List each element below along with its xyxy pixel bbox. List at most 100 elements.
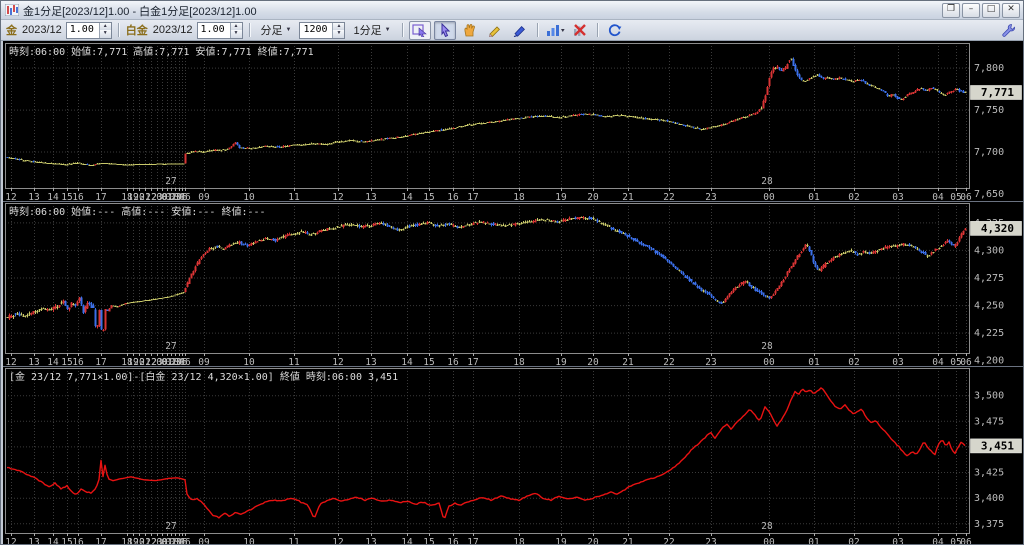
toolbar-separator — [118, 23, 119, 37]
time-label: 00 — [763, 537, 775, 545]
time-label: 06 — [960, 537, 972, 545]
window-title: 金1分足[2023/12]1.00 - 白金1分足[2023/12]1.00 — [23, 2, 942, 19]
svg-text:3,451: 3,451 — [981, 439, 1014, 452]
bar-chart-icon — [545, 23, 565, 37]
symbol1-multiplier-value[interactable]: 1.00 — [67, 23, 99, 38]
price-label: 7,650 — [974, 189, 1004, 200]
time-label: 22 — [663, 537, 674, 545]
draw-pen-button[interactable] — [509, 21, 531, 40]
time-label: 13 — [365, 537, 376, 545]
indicator-chart-button[interactable] — [544, 21, 566, 40]
date-label: 28 — [761, 341, 773, 352]
symbol2-multiplier-stepper[interactable]: 1.00 ▲▼ — [197, 22, 243, 39]
last-price-box: 3,451 — [971, 439, 1022, 453]
time-label: 18 — [513, 537, 525, 545]
crosshair-chart-icon — [412, 23, 428, 37]
price-label: 3,425 — [974, 468, 1004, 479]
red-x-icon — [572, 23, 587, 37]
minimize-button[interactable]: – — [962, 3, 980, 18]
maximize-button[interactable]: □ — [982, 3, 1000, 18]
interval-dropdown[interactable]: 1分足▼ — [348, 22, 395, 38]
spin-up-icon[interactable]: ▲ — [100, 23, 111, 31]
svg-text:4,320: 4,320 — [981, 222, 1014, 235]
select-cursor-button[interactable] — [434, 21, 456, 40]
close-button[interactable]: ✕ — [1002, 3, 1020, 18]
cursor-arrow-icon — [438, 23, 452, 37]
candles-gold-1min — [7, 57, 967, 166]
settings-button[interactable] — [997, 21, 1019, 40]
pencil-icon — [487, 23, 502, 37]
crosshair-mode-button[interactable] — [409, 21, 431, 40]
time-label: 12 — [332, 537, 343, 545]
toolbar-separator — [597, 23, 598, 37]
time-label: 19 — [555, 537, 567, 545]
time-label: 10 — [243, 537, 255, 545]
pan-hand-button[interactable] — [459, 21, 481, 40]
time-label: 01 — [808, 537, 820, 545]
time-label: 14 — [47, 537, 59, 545]
price-label: 7,750 — [974, 105, 1004, 116]
refresh-button[interactable] — [604, 21, 626, 40]
time-label: 11 — [288, 537, 300, 545]
panel-info-gold-1min: 時刻:06:00 始値:7,771 高値:7,771 安値:7,771 終値:7… — [9, 45, 314, 58]
price-label: 7,800 — [974, 63, 1004, 74]
date-label: 28 — [761, 521, 773, 532]
time-label: 21 — [622, 537, 634, 545]
app-candlestick-icon — [5, 4, 19, 16]
price-label: 3,400 — [974, 493, 1004, 504]
spin-up-icon[interactable]: ▲ — [231, 23, 242, 31]
time-label: 15 — [61, 537, 72, 545]
panel-gold-1min[interactable]: 1213141516171819202122230001020304050609… — [3, 43, 1023, 203]
draw-pencil-button[interactable] — [484, 21, 506, 40]
chart-canvas[interactable]: 1213141516171819202122230001020304050609… — [3, 41, 1023, 545]
symbol1-multiplier-stepper[interactable]: 1.00 ▲▼ — [66, 22, 112, 39]
symbol2-multiplier-value[interactable]: 1.00 — [198, 23, 230, 38]
titlebar[interactable]: 金1分足[2023/12]1.00 - 白金1分足[2023/12]1.00 ❐… — [1, 1, 1023, 20]
time-label: 16 — [447, 537, 459, 545]
time-label: 02 — [848, 537, 859, 545]
panel-info-spread-gold-platinum: [金 23/12 7,771×1.00]-[白金 23/12 4,320×1.0… — [9, 370, 398, 383]
bar-count-stepper[interactable]: 1200 ▲▼ — [299, 22, 345, 39]
price-label: 4,200 — [974, 356, 1004, 367]
date-label: 28 — [761, 176, 773, 187]
spin-down-icon[interactable]: ▼ — [333, 30, 344, 38]
spin-up-icon[interactable]: ▲ — [333, 23, 344, 31]
time-label: 15 — [423, 537, 434, 545]
period-type-dropdown[interactable]: 分足▼ — [256, 22, 297, 38]
clear-indicators-button[interactable] — [569, 21, 591, 40]
wrench-icon — [1001, 23, 1016, 37]
plot-border — [6, 44, 970, 189]
time-label: 17 — [95, 537, 106, 545]
chart-area: 1213141516171819202122230001020304050609… — [1, 41, 1024, 545]
spin-down-icon[interactable]: ▼ — [100, 30, 111, 38]
price-label: 3,500 — [974, 391, 1004, 402]
spin-down-icon[interactable]: ▼ — [231, 30, 242, 38]
candles-platinum-1min — [7, 216, 967, 331]
time-label: 06 — [179, 537, 191, 545]
time-label: 13 — [28, 537, 39, 545]
time-label: 09 — [198, 537, 210, 545]
price-label: 7,700 — [974, 147, 1004, 158]
chevron-down-icon: ▼ — [385, 27, 391, 33]
toolbar: 金 2023/12 1.00 ▲▼ 白金 2023/12 1.00 ▲▼ 分足▼… — [1, 20, 1023, 41]
price-label: 3,375 — [974, 519, 1004, 530]
time-label: 17 — [467, 537, 478, 545]
bar-count-value[interactable]: 1200 — [300, 23, 332, 38]
panel-platinum-1min[interactable]: 1213141516171819202122230001020304050609… — [3, 203, 1023, 368]
date-label: 27 — [165, 521, 176, 532]
time-label: 14 — [401, 537, 413, 545]
time-label: 23 — [705, 537, 716, 545]
symbol1-name: 金 — [5, 22, 18, 38]
toolbar-separator — [537, 23, 538, 37]
time-label: 04 — [932, 537, 944, 545]
symbol1-contract: 2023/12 — [21, 24, 63, 36]
popout-button[interactable]: ❐ — [942, 3, 960, 18]
date-label: 27 — [165, 176, 176, 187]
hand-icon — [462, 23, 477, 37]
refresh-icon — [607, 23, 622, 37]
price-label: 4,250 — [974, 301, 1004, 312]
fountain-pen-icon — [512, 23, 527, 37]
chevron-down-icon: ▼ — [286, 27, 292, 33]
panel-spread-gold-platinum[interactable]: 1213141516171819202122230001020304050609… — [5, 368, 1022, 545]
time-label: 03 — [892, 537, 903, 545]
